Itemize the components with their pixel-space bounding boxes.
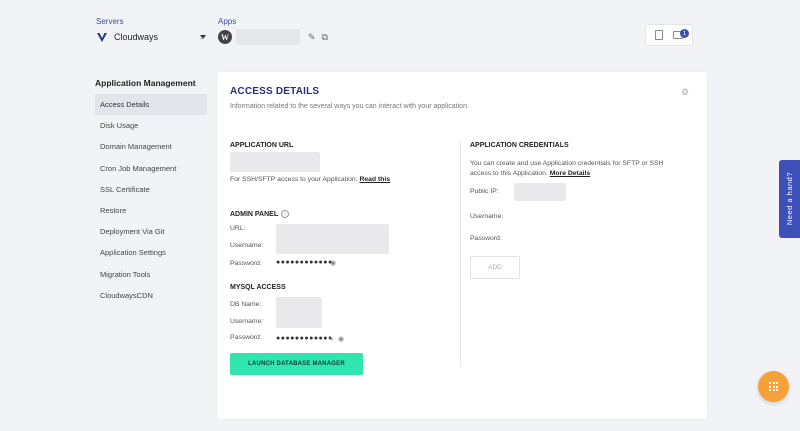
sidebar-item-application-settings[interactable]: Application Settings bbox=[95, 242, 207, 263]
admin-url-label: URL: bbox=[230, 225, 246, 232]
external-link-icon[interactable]: ⧉ bbox=[322, 32, 328, 43]
wordpress-icon: W bbox=[218, 30, 232, 44]
add-credentials-button[interactable]: ADD bbox=[470, 256, 520, 279]
read-this-link[interactable]: Read this bbox=[359, 176, 390, 183]
admin-panel-heading-text: ADMIN PANEL bbox=[230, 210, 279, 218]
public-ip-redacted[interactable] bbox=[514, 183, 566, 201]
sidebar-menu: Access Details Disk Usage Domain Managem… bbox=[95, 94, 207, 306]
sidebar-item-migration-tools[interactable]: Migration Tools bbox=[95, 264, 207, 285]
server-select[interactable]: Cloudways bbox=[96, 29, 207, 45]
need-a-hand-label: Need a hand? bbox=[785, 172, 794, 226]
apps-menu-button[interactable] bbox=[758, 371, 789, 402]
sidebar-item-access-details[interactable]: Access Details bbox=[95, 94, 207, 116]
grid-icon bbox=[769, 382, 778, 391]
sidebar-item-restore[interactable]: Restore bbox=[95, 200, 207, 221]
admin-password-label: Password: bbox=[230, 260, 262, 267]
credentials-desc-line2-text: access to this Application. bbox=[470, 170, 548, 177]
db-password-value: ●●●●●●●●●●●● bbox=[276, 335, 333, 342]
top-actions: 1 bbox=[645, 24, 693, 46]
document-icon[interactable] bbox=[655, 30, 663, 40]
sidebar-title: Application Management bbox=[95, 78, 196, 88]
card-subtitle: Information related to the several ways … bbox=[230, 103, 469, 110]
db-username-label: Username: bbox=[230, 318, 264, 325]
db-password-label: Password: bbox=[230, 334, 262, 341]
mysql-access-heading: MYSQL ACCESS bbox=[230, 284, 286, 291]
top-bar: Servers Cloudways › Apps W ✎ ⧉ 1 bbox=[0, 0, 800, 62]
eye-icon[interactable]: ◉ bbox=[330, 259, 336, 267]
credentials-desc-line1: You can create and use Application crede… bbox=[470, 160, 664, 167]
application-url-heading: APPLICATION URL bbox=[230, 142, 294, 149]
admin-username-label: Username: bbox=[230, 242, 264, 249]
info-icon[interactable]: i bbox=[281, 210, 290, 218]
need-a-hand-tab[interactable]: Need a hand? bbox=[779, 160, 800, 238]
admin-password-value: ●●●●●●●●●●●● bbox=[276, 259, 333, 266]
sidebar-item-disk-usage[interactable]: Disk Usage bbox=[95, 115, 207, 136]
launch-database-manager-button[interactable]: LAUNCH DATABASE MANAGER bbox=[230, 353, 363, 375]
notification-badge: 1 bbox=[680, 29, 689, 38]
db-name-label: DB Name: bbox=[230, 301, 262, 308]
sidebar-item-cloudwayscdn[interactable]: CloudwaysCDN bbox=[95, 285, 207, 306]
public-ip-label: Public IP: bbox=[470, 188, 499, 195]
chevron-right-icon: › bbox=[200, 32, 203, 42]
credentials-password-label: Password: bbox=[470, 235, 502, 242]
pencil-icon[interactable]: ✎ bbox=[308, 32, 316, 43]
eye-icon[interactable]: ◉ bbox=[338, 335, 344, 343]
admin-panel-heading: ADMIN PANEL i bbox=[230, 210, 290, 218]
sftp-note: For SSH/SFTP access to your Application.… bbox=[230, 176, 390, 183]
db-credentials-redacted[interactable] bbox=[276, 297, 322, 328]
pencil-icon[interactable]: ✎ bbox=[328, 335, 334, 343]
application-credentials-heading: APPLICATION CREDENTIALS bbox=[470, 142, 569, 149]
apps-label: Apps bbox=[218, 17, 237, 26]
sidebar-item-deployment-via-git[interactable]: Deployment Via Git bbox=[95, 221, 207, 242]
column-divider bbox=[460, 142, 461, 367]
server-name: Cloudways bbox=[114, 32, 159, 42]
app-select[interactable]: W ✎ ⧉ bbox=[218, 29, 328, 45]
folder-icon[interactable]: 1 bbox=[673, 29, 689, 39]
access-details-card: ACCESS DETAILS Information related to th… bbox=[217, 72, 707, 419]
sidebar-item-domain-management[interactable]: Domain Management bbox=[95, 136, 207, 157]
more-details-link[interactable]: More Details bbox=[550, 170, 590, 177]
settings-icon[interactable]: ⚙ bbox=[681, 87, 689, 98]
cloudways-logo-icon bbox=[97, 33, 107, 42]
credentials-username-label: Username: bbox=[470, 213, 504, 220]
sidebar-item-cron-job-management[interactable]: Cron Job Management bbox=[95, 158, 207, 179]
credentials-desc-line2: access to this Application. More Details bbox=[470, 170, 590, 177]
sidebar-item-ssl-certificate[interactable]: SSL Certificate bbox=[95, 179, 207, 200]
sftp-note-text: For SSH/SFTP access to your Application. bbox=[230, 176, 358, 183]
application-url-redacted[interactable] bbox=[230, 152, 320, 172]
app-name-redacted bbox=[236, 29, 300, 45]
card-title: ACCESS DETAILS bbox=[230, 86, 320, 97]
servers-label: Servers bbox=[96, 17, 124, 26]
admin-url-username-redacted[interactable] bbox=[276, 224, 389, 254]
